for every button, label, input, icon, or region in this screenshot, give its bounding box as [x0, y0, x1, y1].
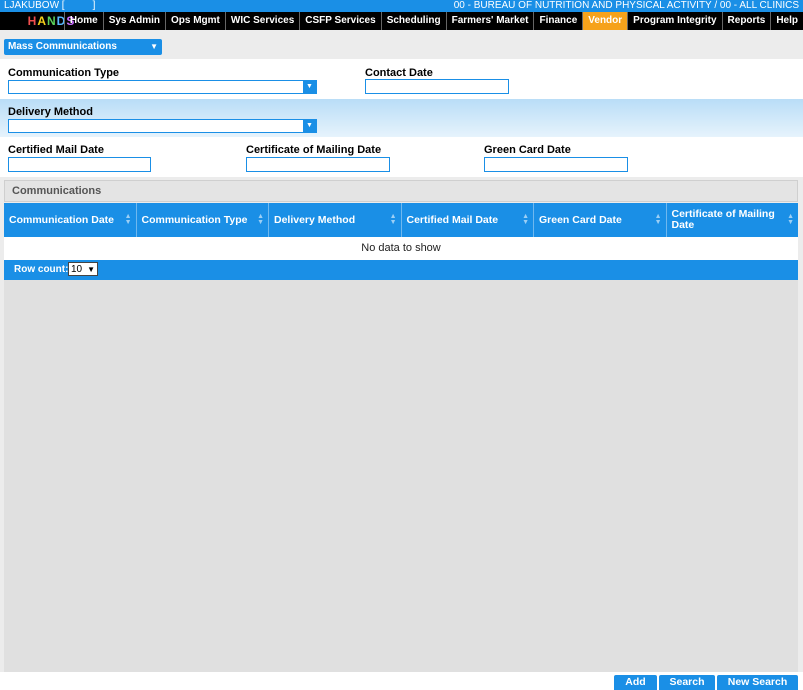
nav-farmers-market[interactable]: Farmers' Market — [445, 12, 534, 30]
nav-vendor[interactable]: Vendor — [582, 12, 628, 30]
form-row-dates: Certified Mail Date Certificate of Maili… — [0, 137, 803, 177]
contact-date-input[interactable] — [365, 79, 509, 94]
grid-empty-message: No data to show — [4, 237, 798, 260]
sort-icon: ▲ ▼ — [654, 213, 662, 226]
certificate-of-mailing-date-label: Certificate of Mailing Date — [246, 144, 382, 156]
grid-header: Communication Date ▲ ▼ Communication Type… — [4, 203, 798, 237]
column-label: Green Card Date — [539, 213, 622, 226]
communications-panel-title: Communications — [4, 180, 798, 202]
row-count-value: 10 — [71, 264, 83, 275]
nav-csfp-services[interactable]: CSFP Services — [299, 12, 380, 30]
organization-label: 00 - BUREAU OF NUTRITION AND PHYSICAL AC… — [453, 0, 799, 11]
column-label: Certificate of Mailing Date — [671, 208, 775, 231]
logo-letter-n: N — [46, 14, 56, 28]
action-bar: Add Search New Search — [0, 672, 803, 690]
nav-program-integrity[interactable]: Program Integrity — [627, 12, 721, 30]
communication-type-label: Communication Type — [8, 67, 120, 79]
nav-wic-services[interactable]: WIC Services — [224, 12, 299, 30]
column-label: Communication Date — [9, 213, 115, 226]
certificate-of-mailing-date-input[interactable] — [246, 157, 390, 172]
nav-help[interactable]: Help — [770, 12, 803, 30]
nav-sys-admin[interactable]: Sys Admin — [102, 12, 165, 30]
contact-date-label: Contact Date — [365, 67, 433, 79]
column-label: Certified Mail Date — [406, 213, 499, 226]
nav-ops-mgmt[interactable]: Ops Mgmt — [165, 12, 225, 30]
delivery-method-select[interactable]: ▼ — [8, 119, 317, 133]
grid-empty-area — [4, 280, 798, 672]
sort-icon: ▲ ▼ — [124, 213, 132, 226]
nav-home[interactable]: Home — [63, 12, 103, 30]
column-certificate-of-mailing-date[interactable]: Certificate of Mailing Date ▲ ▼ — [667, 203, 799, 237]
column-label: Communication Type — [141, 213, 248, 226]
add-button[interactable]: Add — [614, 675, 657, 690]
user-name: LJAKUBOW [] — [4, 0, 96, 11]
nav-scheduling[interactable]: Scheduling — [380, 12, 446, 30]
main-nav-bar: H A N D S Home Sys Admin Ops Mgmt WIC Se… — [0, 12, 803, 30]
chevron-down-icon: ▼ — [150, 42, 158, 51]
search-button[interactable]: Search — [659, 675, 715, 690]
logo-letter-h: H — [27, 14, 37, 28]
column-communication-date[interactable]: Communication Date ▲ ▼ — [4, 203, 137, 237]
communication-type-select[interactable]: ▼ — [8, 80, 317, 94]
column-delivery-method[interactable]: Delivery Method ▲ ▼ — [269, 203, 402, 237]
logo-letter-a: A — [37, 14, 46, 28]
new-search-button[interactable]: New Search — [717, 675, 798, 690]
column-certified-mail-date[interactable]: Certified Mail Date ▲ ▼ — [402, 203, 534, 237]
module-select[interactable]: Mass Communications ▼ — [4, 39, 162, 55]
column-communication-type[interactable]: Communication Type ▲ ▼ — [137, 203, 269, 237]
chevron-down-icon[interactable]: ▼ — [303, 120, 316, 132]
sort-icon: ▲ ▼ — [257, 213, 264, 226]
form-row-communication: Communication Type ▼ Contact Date — [0, 59, 803, 99]
form-row-delivery: Delivery Method ▼ — [0, 99, 803, 137]
nav-reports[interactable]: Reports — [721, 12, 771, 30]
grid-footer: Row count: 10 ▼ — [4, 260, 798, 280]
certified-mail-date-input[interactable] — [8, 157, 151, 172]
module-bar: Mass Communications ▼ — [0, 31, 803, 59]
column-label: Delivery Method — [274, 213, 356, 226]
top-status-bar: LJAKUBOW [] 00 - BUREAU OF NUTRITION AND… — [0, 0, 803, 12]
delivery-method-label: Delivery Method — [8, 106, 93, 118]
row-count-select[interactable]: 10 ▼ — [68, 262, 98, 276]
sort-icon: ▲ ▼ — [787, 213, 794, 226]
green-card-date-input[interactable] — [484, 157, 628, 172]
certified-mail-date-label: Certified Mail Date — [8, 144, 104, 156]
row-count-label: Row count: — [14, 264, 69, 275]
chevron-down-icon[interactable]: ▼ — [303, 81, 316, 93]
nav-finance[interactable]: Finance — [533, 12, 582, 30]
column-green-card-date[interactable]: Green Card Date ▲ ▼ — [534, 203, 667, 237]
green-card-date-label: Green Card Date — [484, 144, 571, 156]
sort-icon: ▲ ▼ — [389, 213, 397, 226]
chevron-down-icon: ▼ — [87, 265, 95, 274]
nav-menu: Home Sys Admin Ops Mgmt WIC Services CSF… — [63, 12, 803, 30]
module-select-value: Mass Communications — [8, 41, 117, 52]
sort-icon: ▲ ▼ — [522, 213, 529, 226]
